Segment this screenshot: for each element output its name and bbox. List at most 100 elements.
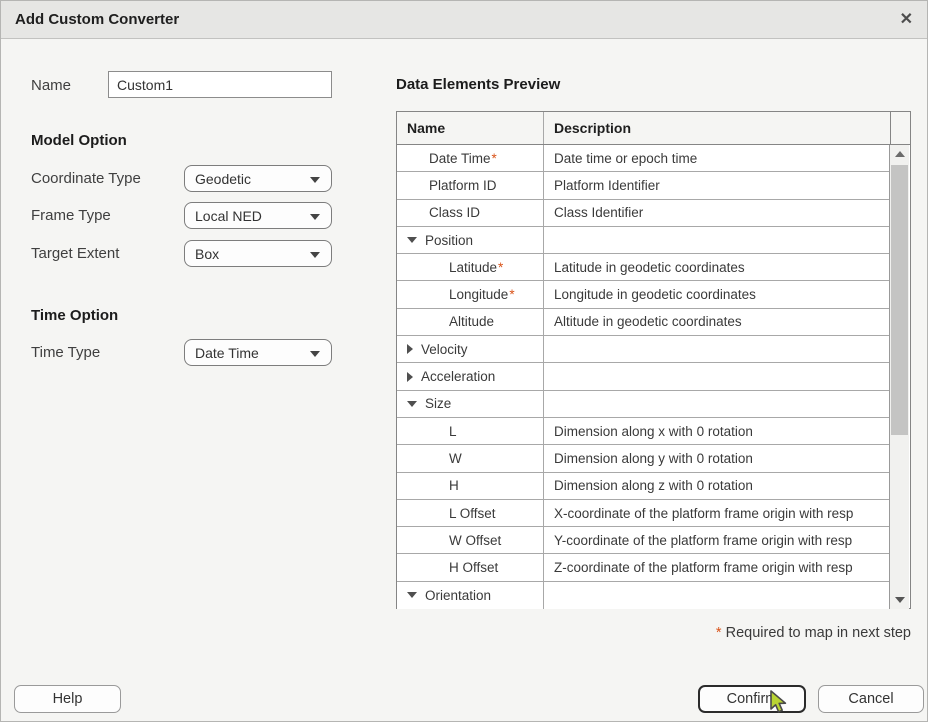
coordinate-type-value: Geodetic — [195, 171, 251, 187]
frame-type-dropdown[interactable]: Local NED — [184, 202, 332, 229]
row-name-cell[interactable]: H Offset — [397, 554, 544, 580]
data-elements-table: Name Description Date Time*Date time or … — [396, 111, 911, 609]
row-description-cell[interactable]: Platform Identifier — [544, 172, 889, 198]
row-name-cell[interactable]: Orientation — [397, 582, 544, 609]
row-name-text: H Offset — [449, 560, 498, 575]
target-extent-label: Target Extent — [31, 245, 119, 262]
target-extent-dropdown[interactable]: Box — [184, 240, 332, 267]
table-row[interactable]: LDimension along x with 0 rotation — [397, 418, 889, 445]
column-header-description[interactable]: Description — [544, 112, 890, 144]
table-row[interactable]: Acceleration — [397, 363, 889, 390]
row-description-cell[interactable]: Dimension along y with 0 rotation — [544, 445, 889, 471]
frame-type-value: Local NED — [195, 208, 262, 224]
help-button[interactable]: Help — [14, 685, 121, 713]
row-description-cell[interactable]: Dimension along x with 0 rotation — [544, 418, 889, 444]
table-row[interactable]: Altitude Altitude in geodetic coordinates — [397, 309, 889, 336]
expand-icon[interactable] — [407, 344, 413, 354]
close-icon[interactable]: ✕ — [896, 10, 917, 30]
table-row[interactable]: Date Time*Date time or epoch time — [397, 145, 889, 172]
row-description-cell[interactable]: Dimension along z with 0 rotation — [544, 473, 889, 499]
row-name-cell[interactable]: Altitude — [397, 309, 544, 335]
time-type-dropdown[interactable]: Date Time — [184, 339, 332, 366]
expand-icon[interactable] — [407, 372, 413, 382]
row-name-text: Altitude — [449, 314, 494, 329]
time-type-label: Time Type — [31, 344, 100, 361]
triangle-down-icon — [895, 597, 905, 603]
titlebar: Add Custom Converter ✕ — [1, 1, 927, 39]
row-name-text: Latitude — [449, 260, 497, 275]
row-name-cell[interactable]: Acceleration — [397, 363, 544, 389]
table-row[interactable]: Class IDClass Identifier — [397, 200, 889, 227]
row-name-text: Acceleration — [421, 369, 495, 384]
row-description-cell[interactable] — [544, 582, 889, 609]
row-description-cell[interactable]: X-coordinate of the platform frame origi… — [544, 500, 889, 526]
collapse-icon[interactable] — [407, 401, 417, 407]
chevron-down-icon — [310, 252, 320, 258]
table-body-rows: Date Time*Date time or epoch timePlatfor… — [397, 145, 889, 609]
row-description-cell[interactable]: Longitude in geodetic coordinates — [544, 281, 889, 307]
frame-type-label: Frame Type — [31, 207, 111, 224]
table-row[interactable]: Platform ID Platform Identifier — [397, 172, 889, 199]
row-description-cell[interactable]: Altitude in geodetic coordinates — [544, 309, 889, 335]
row-name-cell[interactable]: Size — [397, 391, 544, 417]
scrollbar-thumb[interactable] — [891, 165, 908, 435]
row-name-cell[interactable]: L — [397, 418, 544, 444]
row-name-cell[interactable]: Latitude* — [397, 254, 544, 280]
collapse-icon[interactable] — [407, 592, 417, 598]
table-row[interactable]: Orientation — [397, 582, 889, 609]
row-description-cell[interactable]: Latitude in geodetic coordinates — [544, 254, 889, 280]
row-name-cell[interactable]: Platform ID — [397, 172, 544, 198]
row-name-cell[interactable]: Position — [397, 227, 544, 253]
collapse-icon[interactable] — [407, 237, 417, 243]
target-extent-value: Box — [195, 246, 219, 262]
preview-heading: Data Elements Preview — [396, 76, 560, 93]
row-name-text: Orientation — [425, 588, 491, 603]
table-row[interactable]: Position — [397, 227, 889, 254]
row-description-cell[interactable] — [544, 336, 889, 362]
row-name-cell[interactable]: W — [397, 445, 544, 471]
table-row[interactable]: WDimension along y with 0 rotation — [397, 445, 889, 472]
cancel-button[interactable]: Cancel — [818, 685, 924, 713]
row-name-cell[interactable]: H — [397, 473, 544, 499]
scroll-up-button[interactable] — [890, 145, 909, 163]
table-row[interactable]: H Offset Z-coordinate of the platform fra… — [397, 554, 889, 581]
chevron-down-icon — [310, 177, 320, 183]
confirm-button[interactable]: Confirm — [698, 685, 806, 713]
row-name-cell[interactable]: Class ID — [397, 200, 544, 226]
row-name-text: Date Time — [429, 151, 491, 166]
row-name-text: Velocity — [421, 342, 468, 357]
row-description-cell[interactable]: Y-coordinate of the platform frame origi… — [544, 527, 889, 553]
row-description-cell[interactable]: Class Identifier — [544, 200, 889, 226]
chevron-down-icon — [310, 351, 320, 357]
row-name-text: Longitude — [449, 287, 508, 302]
table-row[interactable]: W OffsetY-coordinate of the platform fra… — [397, 527, 889, 554]
table-row[interactable]: Longitude*Longitude in geodetic coordina… — [397, 281, 889, 308]
name-input[interactable] — [108, 71, 332, 98]
coordinate-type-dropdown[interactable]: Geodetic — [184, 165, 332, 192]
coordinate-type-label: Coordinate Type — [31, 170, 141, 187]
row-name-cell[interactable]: Velocity — [397, 336, 544, 362]
row-name-cell[interactable]: Longitude* — [397, 281, 544, 307]
table-row[interactable]: H Dimension along z with 0 rotation — [397, 473, 889, 500]
row-description-cell[interactable] — [544, 363, 889, 389]
scroll-down-button[interactable] — [890, 591, 909, 609]
vertical-scrollbar[interactable] — [889, 145, 909, 609]
required-note: * Required to map in next step — [715, 625, 911, 641]
table-row[interactable]: Latitude*Latitude in geodetic coordinate… — [397, 254, 889, 281]
column-header-name[interactable]: Name — [397, 112, 544, 144]
name-label: Name — [31, 77, 71, 94]
table-row[interactable]: Velocity — [397, 336, 889, 363]
row-name-cell[interactable]: Date Time* — [397, 145, 544, 171]
table-row[interactable]: L OffsetX-coordinate of the platform fra… — [397, 500, 889, 527]
row-name-cell[interactable]: L Offset — [397, 500, 544, 526]
row-description-cell[interactable] — [544, 391, 889, 417]
row-name-text: H — [449, 478, 459, 493]
table-row[interactable]: Size — [397, 391, 889, 418]
row-description-cell[interactable]: Z-coordinate of the platform frame origi… — [544, 554, 889, 580]
row-name-text: Position — [425, 233, 473, 248]
row-description-cell[interactable]: Date time or epoch time — [544, 145, 889, 171]
model-option-heading: Model Option — [31, 132, 127, 149]
row-description-cell[interactable] — [544, 227, 889, 253]
row-name-cell[interactable]: W Offset — [397, 527, 544, 553]
row-name-text: Platform ID — [429, 178, 497, 193]
